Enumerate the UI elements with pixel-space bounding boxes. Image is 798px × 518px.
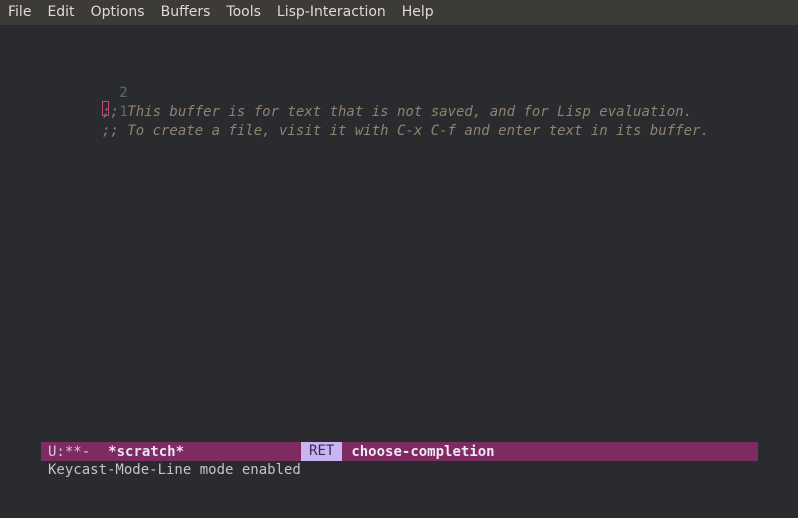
echo-area-message: Keycast-Mode-Line mode enabled <box>48 462 301 478</box>
keycast-command: choose-completion <box>351 443 495 460</box>
keycast-key: RET <box>301 442 343 461</box>
line-number: 1 <box>119 104 128 120</box>
line-number: 2 <box>119 85 128 101</box>
menu-tools[interactable]: Tools <box>218 0 269 25</box>
modeline-status: U:**- <box>48 443 91 460</box>
comment-text: ;; This buffer is for text that is not s… <box>102 104 693 120</box>
menu-edit[interactable]: Edit <box>39 0 82 25</box>
editor-area[interactable]: 2 ;; This buffer is for text that is not… <box>0 25 798 442</box>
buffer-line: 1 ;; To create a file, visit it with C-x… <box>0 84 709 139</box>
menu-bar: File Edit Options Buffers Tools Lisp-Int… <box>0 0 798 25</box>
menu-buffers[interactable]: Buffers <box>153 0 219 25</box>
menu-help[interactable]: Help <box>394 0 442 25</box>
menu-file[interactable]: File <box>0 0 39 25</box>
menu-options[interactable]: Options <box>83 0 153 25</box>
menu-lisp-interaction[interactable]: Lisp-Interaction <box>269 0 394 25</box>
modeline-buffer-name[interactable]: *scratch* <box>108 444 184 460</box>
buffer-line: 2 ;; This buffer is for text that is not… <box>0 65 692 120</box>
comment-text: ;; To create a file, visit it with C-x C… <box>102 123 709 139</box>
text-cursor <box>102 101 109 116</box>
mode-line: U:**- *scratch* RET choose-completion <box>41 442 758 461</box>
